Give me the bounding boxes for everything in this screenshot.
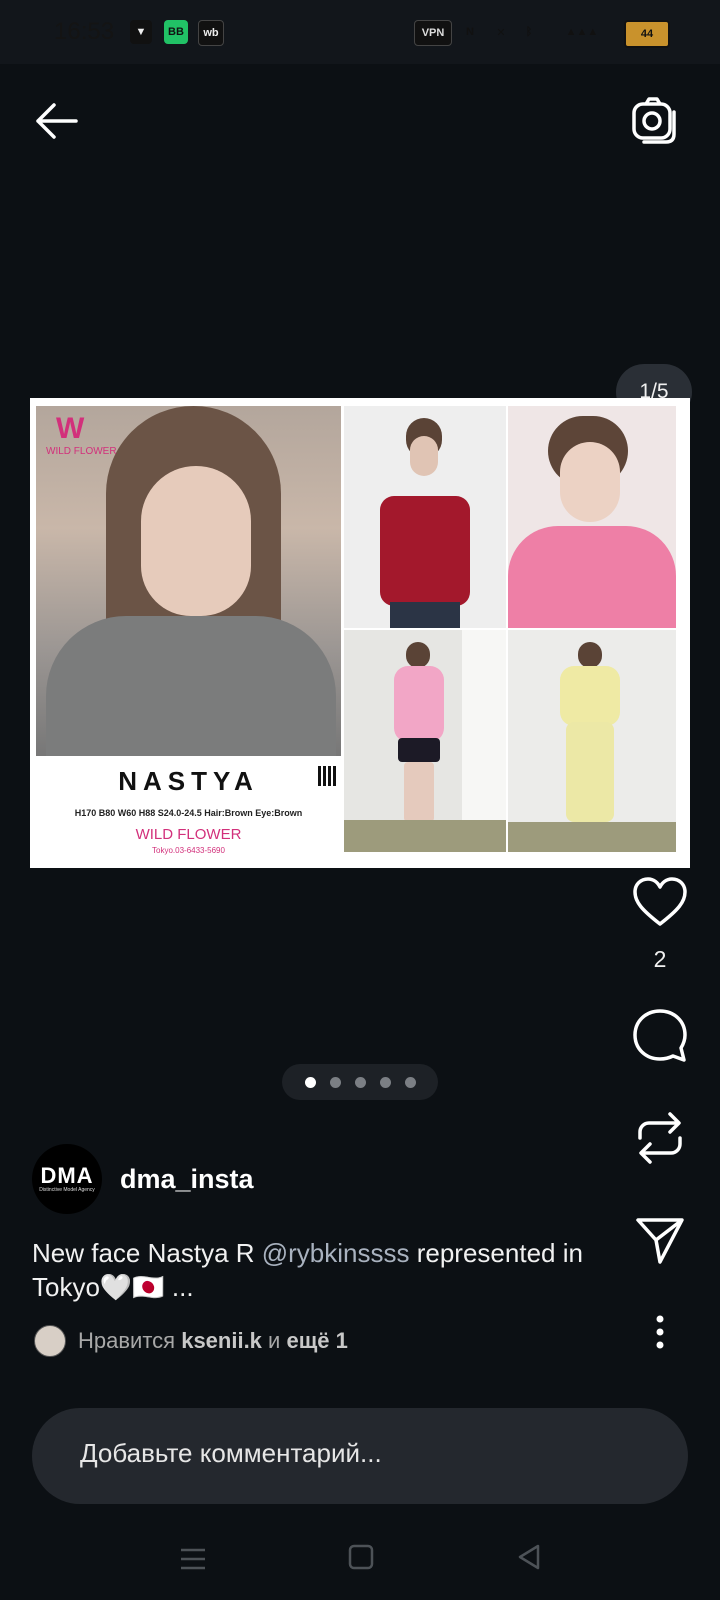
liker-username[interactable]: ksenii.k — [181, 1328, 262, 1353]
photo-tile-yellow-full — [508, 630, 676, 852]
arrow-left-icon — [36, 103, 78, 139]
mute-icon: ✕ — [496, 26, 506, 39]
qr-code — [318, 766, 338, 786]
home-icon[interactable] — [346, 1542, 376, 1572]
repost-icon — [638, 1112, 682, 1164]
signal-icon: ▲▲▲ — [565, 26, 599, 38]
post-image[interactable]: W WILD FLOWER NASTYA H170 B80 W60 H88 S2… — [30, 398, 690, 868]
repost-button[interactable] — [628, 1106, 692, 1170]
camera-icon — [632, 97, 676, 144]
comment-placeholder: Добавьте комментарий... — [80, 1438, 382, 1468]
likes-prefix: Нравится — [78, 1328, 176, 1353]
post-caption[interactable]: New face Nastya R @rybkinssss represente… — [32, 1236, 632, 1304]
agency-phone: Tokyo.03-6433-5690 — [152, 846, 225, 855]
back-button[interactable] — [30, 98, 82, 144]
likes-connector: и — [268, 1328, 281, 1353]
author-username[interactable]: dma_insta — [120, 1164, 254, 1195]
portrait-photo — [36, 406, 341, 756]
agency-logo-text: WILD FLOWER — [46, 446, 117, 457]
carousel-dot[interactable] — [304, 1076, 316, 1088]
carousel-dot[interactable] — [404, 1076, 416, 1088]
author-avatar[interactable]: DMA Distinctive Model Agency — [32, 1144, 102, 1214]
carousel-dot[interactable] — [354, 1076, 366, 1088]
avatar-logo-text: DMA — [40, 1163, 94, 1188]
carousel-dot[interactable] — [379, 1076, 391, 1088]
agency-logo: W — [56, 412, 85, 445]
photo-tile-red-top — [344, 406, 506, 628]
caption-text: New face Nastya R — [32, 1238, 262, 1268]
status-badge-bb: BB — [164, 20, 188, 44]
comment-input[interactable]: Добавьте комментарий... — [32, 1408, 688, 1504]
nfc-icon: N — [466, 26, 474, 38]
photo-tile-pink-full — [344, 630, 506, 852]
like-count[interactable]: 2 — [628, 946, 692, 973]
agency-name: WILD FLOWER — [135, 826, 242, 843]
avatar-logo-subtext: Distinctive Model Agency — [39, 1187, 95, 1193]
status-badge-wb: wb — [198, 20, 224, 46]
comment-icon — [633, 1009, 687, 1062]
more-vertical-icon — [656, 1315, 664, 1349]
camera-button[interactable] — [630, 96, 680, 146]
likes-summary[interactable]: Нравится ksenii.k и ещё 1 — [34, 1324, 348, 1358]
vpn-badge: VPN — [414, 20, 452, 46]
menu-icon[interactable] — [178, 1544, 208, 1574]
photo-tile-pink-portrait — [508, 406, 676, 628]
status-time: 16:53 — [54, 18, 115, 45]
heart-icon — [633, 877, 687, 926]
shield-icon: ▼ — [130, 20, 152, 44]
more-options-button[interactable] — [628, 1300, 692, 1364]
model-stats: H170 B80 W60 H88 S24.0-24.5 Hair:Brown E… — [74, 808, 303, 818]
liker-avatar — [34, 1325, 66, 1357]
battery-icon: 44 — [624, 20, 670, 48]
nav-back-icon[interactable] — [514, 1542, 544, 1572]
carousel-indicator — [282, 1064, 438, 1100]
send-icon — [636, 1218, 684, 1264]
caption-mention[interactable]: @rybkinssss — [262, 1238, 410, 1268]
carousel-dot[interactable] — [329, 1076, 341, 1088]
bluetooth-icon: ᛒ — [525, 26, 533, 38]
comment-button[interactable] — [628, 1004, 692, 1068]
comp-card-main: W WILD FLOWER NASTYA H170 B80 W60 H88 S2… — [36, 406, 341, 860]
model-name: NASTYA — [118, 766, 259, 796]
system-nav-bar — [0, 1532, 720, 1600]
likes-others[interactable]: ещё 1 — [286, 1328, 347, 1353]
like-button[interactable] — [628, 870, 692, 934]
share-button[interactable] — [628, 1208, 692, 1272]
